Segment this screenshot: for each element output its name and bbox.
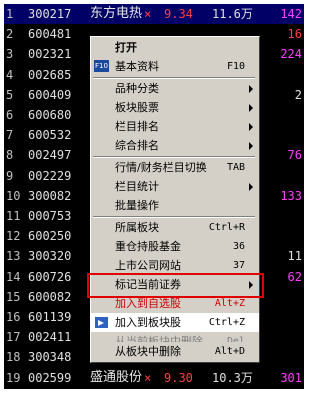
stock-code: 002497 (28, 148, 72, 163)
row-index: 9 (6, 168, 14, 183)
menu-item-label: 基本资料 (115, 60, 159, 73)
stock-code: 600250 (28, 229, 72, 244)
menu-shortcut: Alt+D (214, 346, 245, 357)
stock-code: 002685 (28, 67, 72, 82)
stock-code: 002321 (28, 47, 72, 62)
menu-item-label: 栏目排名 (115, 120, 159, 133)
stock-code: 600082 (28, 289, 72, 304)
add-arrow-icon (95, 317, 108, 328)
menu-item-add-sector[interactable]: 加入到板块股 Ctrl+Z (91, 313, 259, 332)
menu-item-open[interactable]: 打开 (91, 38, 259, 57)
menu-item-label: 所属板块 (115, 221, 159, 234)
stock-price: 9.34 (164, 7, 193, 21)
menu-item-label: 行情/财务栏目切换 (115, 161, 207, 174)
submenu-arrow-icon (249, 85, 253, 93)
trailing-value: 76 (287, 148, 302, 163)
row-index: 2 (6, 27, 14, 42)
trailing-value: 62 (287, 269, 302, 284)
trailing-value: 301 (280, 370, 302, 385)
stock-code: 600726 (28, 269, 72, 284)
menu-item-batch-ops[interactable]: 批量操作 (91, 196, 259, 215)
menu-item-column-stats[interactable]: 栏目统计 (91, 177, 259, 196)
row-index: 10 (6, 188, 21, 203)
trailing-value: 11 (287, 249, 302, 264)
stock-name: 盛通股份 (90, 369, 143, 385)
trailing-value: 16 (287, 27, 302, 42)
menu-item-label: 重仓持股基金 (115, 240, 181, 253)
stock-code: 002411 (28, 330, 72, 345)
row-index: 4 (6, 67, 14, 82)
table-row[interactable]: 19 002599 盛通股份 × 9.30 10.3万 301 (4, 368, 304, 388)
menu-item-label: 加入到板块股 (115, 316, 181, 329)
row-index: 6 (6, 108, 14, 122)
menu-shortcut: F10 (226, 61, 245, 72)
submenu-arrow-icon (249, 183, 253, 191)
stock-price: 9.30 (164, 370, 193, 385)
menu-shortcut: Ctrl+R (208, 222, 245, 233)
menu-item-label: 品种分类 (115, 82, 159, 95)
status-mark: × (144, 7, 152, 21)
stock-quote-list: 1 300217 东方电热 × 9.34 11.6万 142 2 600481 16 3 002321… (4, 4, 304, 389)
stock-code: 300348 (28, 350, 72, 365)
menu-item-label: 打开 (115, 41, 137, 54)
row-index: 8 (6, 148, 14, 163)
stock-code: 300320 (28, 249, 72, 264)
stock-code: 600409 (28, 87, 72, 102)
submenu-arrow-icon (249, 104, 253, 112)
menu-shortcut: TAB (226, 162, 245, 173)
stock-code: 600532 (28, 128, 72, 143)
f10-icon: F10 (94, 60, 109, 72)
stock-code: 300217 (28, 7, 72, 21)
menu-item-label: 综合排名 (115, 139, 159, 152)
row-index: 14 (6, 269, 21, 284)
status-mark: × (144, 370, 152, 385)
row-index: 7 (6, 128, 14, 143)
row-index: 16 (6, 310, 21, 324)
menu-item-switch-columns[interactable]: 行情/财务栏目切换 TAB (91, 158, 259, 177)
menu-item-combined-sort[interactable]: 综合排名 (91, 136, 259, 155)
submenu-arrow-icon (249, 123, 253, 131)
menu-item-label: 从板块中删除 (115, 345, 181, 358)
highlight-box (87, 273, 264, 298)
row-index: 12 (6, 229, 21, 244)
row-index: 19 (6, 370, 21, 385)
row-index: 11 (6, 209, 21, 223)
menu-item-basic-info[interactable]: F10 基本资料 F10 (91, 57, 259, 76)
menu-item-remove-sector[interactable]: 从板块中删除 Alt+D (91, 342, 259, 361)
submenu-arrow-icon (249, 142, 253, 150)
menu-item-category[interactable]: 品种分类 (91, 79, 259, 98)
row-index: 1 (6, 7, 14, 21)
menu-item-sector-stocks[interactable]: 板块股票 (91, 98, 259, 117)
row-index: 5 (6, 87, 14, 102)
stock-volume: 11.6万 (212, 7, 253, 21)
row-index: 15 (6, 289, 21, 304)
row-index: 13 (6, 249, 21, 264)
context-menu-tail: 从板块中删除 Alt+D (90, 342, 260, 363)
stock-code: 600680 (28, 108, 72, 122)
stock-code: 002599 (28, 370, 72, 385)
stock-code: 600481 (28, 27, 72, 42)
trailing-value: 142 (280, 7, 302, 21)
menu-item-label: 板块股票 (115, 101, 159, 114)
menu-item-heavy-funds[interactable]: 重仓持股基金 36 (91, 237, 259, 256)
menu-item-column-sort[interactable]: 栏目排名 (91, 117, 259, 136)
trailing-value: 2 (294, 87, 302, 102)
trailing-value: 224 (280, 47, 302, 62)
menu-item-belongs-sector[interactable]: 所属板块 Ctrl+R (91, 218, 259, 237)
stock-volume: 10.3万 (212, 370, 253, 385)
stock-code: 002229 (28, 168, 72, 183)
menu-shortcut: Ctrl+Z (208, 317, 245, 328)
menu-item-label: 批量操作 (115, 199, 159, 212)
menu-shortcut: 36 (232, 241, 245, 252)
row-index: 3 (6, 47, 14, 62)
table-row[interactable]: 1 300217 东方电热 × 9.34 11.6万 142 (4, 4, 304, 24)
stock-code: 000753 (28, 209, 72, 223)
trailing-value: 133 (280, 188, 302, 203)
row-index: 17 (6, 330, 21, 345)
stock-name: 东方电热 (90, 6, 143, 21)
stock-code: 601139 (28, 310, 72, 324)
stock-code: 300082 (28, 188, 72, 203)
row-index: 18 (6, 350, 21, 365)
menu-item-label: 栏目统计 (115, 180, 159, 193)
